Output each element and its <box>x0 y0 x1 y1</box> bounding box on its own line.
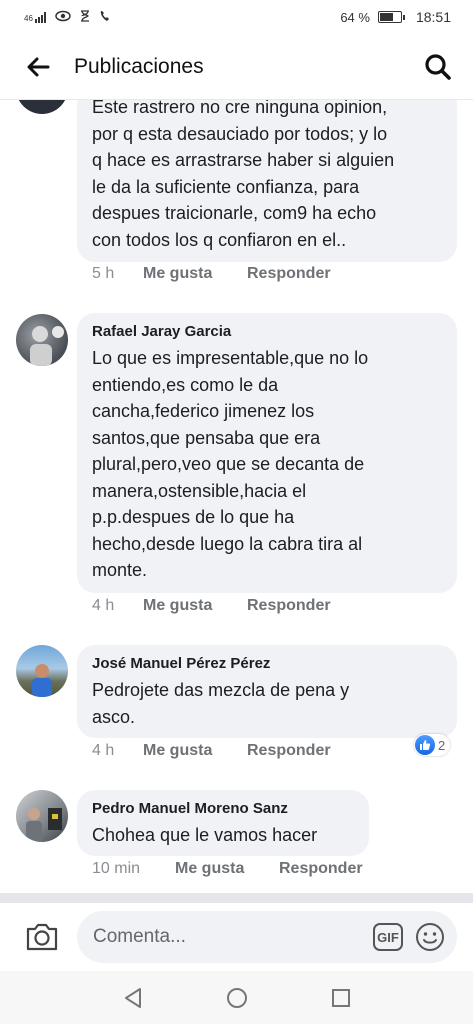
composer-divider <box>0 893 473 903</box>
comment-author[interactable]: Pedro Manuel Moreno Sanz <box>92 799 355 819</box>
back-button[interactable] <box>22 51 54 83</box>
comment-text: Chohea que le vamos hacer <box>92 825 318 845</box>
comment-time: 10 min <box>92 860 141 877</box>
camera-icon <box>26 923 58 951</box>
call-forward-icon <box>99 10 112 25</box>
reply-button[interactable]: Responder <box>247 742 331 760</box>
reply-button[interactable]: Responder <box>279 860 363 878</box>
thumbs-up-icon <box>415 735 435 755</box>
avatar-photo <box>32 664 52 697</box>
emoji-icon <box>416 923 444 951</box>
emoji-button[interactable] <box>415 922 445 952</box>
comment-text: Pedrojete das mezcla de pena y asco. <box>92 680 350 727</box>
app-header: Publicaciones <box>0 34 473 100</box>
comment-bubble[interactable]: Rafael Jaray Garcia Lo que es impresenta… <box>77 313 457 593</box>
battery-percent: 64 % <box>340 9 370 25</box>
hourglass-icon <box>80 9 90 25</box>
avatar[interactable] <box>16 790 68 842</box>
comment-composer: Comenta... GIF <box>0 903 473 971</box>
network-type: 46 <box>24 14 33 23</box>
camera-button[interactable] <box>24 920 60 954</box>
like-button[interactable]: Me gusta <box>143 597 247 615</box>
like-button[interactable]: Me gusta <box>175 860 279 878</box>
nav-home-button[interactable] <box>225 986 249 1010</box>
status-bar: 46 64 % 18:51 <box>0 0 473 34</box>
comment-bubble[interactable]: Pedro Manuel Moreno Sanz Chohea que le v… <box>77 790 369 856</box>
arrow-left-icon <box>27 57 50 76</box>
avatar-photo <box>26 808 62 842</box>
nav-home-icon <box>226 987 247 1008</box>
comment-author[interactable]: Rafael Jaray Garcia <box>92 322 443 342</box>
nav-back-icon <box>124 987 141 1008</box>
reply-button[interactable]: Responder <box>247 597 331 615</box>
status-icons-right: 64 % 18:51 <box>340 9 451 25</box>
search-icon <box>425 53 451 80</box>
nav-recents-icon <box>331 988 350 1007</box>
system-nav-bar <box>0 971 473 1024</box>
comment-time: 5 h <box>92 265 115 282</box>
gif-button[interactable]: GIF <box>373 923 403 951</box>
nav-back-button[interactable] <box>121 986 145 1010</box>
eye-comfort-icon <box>55 10 71 25</box>
avatar[interactable] <box>16 645 68 697</box>
comment-text: Este rastrero no cre ninguna opinion, po… <box>92 97 395 250</box>
comment-input[interactable]: Comenta... GIF <box>77 911 457 963</box>
page-title: Publicaciones <box>74 54 204 78</box>
comment-actions: 4 h Me gusta Responder <box>92 742 331 760</box>
comment-actions: 4 h Me gusta Responder <box>92 597 331 615</box>
comment-actions: 5 h Me gusta Responder <box>92 265 331 283</box>
nav-recents-button[interactable] <box>329 986 353 1010</box>
status-icons-left: 46 <box>24 9 112 25</box>
like-button[interactable]: Me gusta <box>143 742 247 760</box>
comment-bubble[interactable]: Este rastrero no cre ninguna opinion, po… <box>77 86 457 262</box>
comment-actions: 10 min Me gusta Responder <box>92 860 363 878</box>
signal-icon: 46 <box>24 11 46 23</box>
reply-button[interactable]: Responder <box>247 265 331 283</box>
comment-input-placeholder: Comenta... <box>93 926 186 947</box>
comment-author[interactable]: José Manuel Pérez Pérez <box>92 654 443 674</box>
search-button[interactable] <box>421 50 455 84</box>
avatar-photo <box>30 326 64 366</box>
comment-text: Lo que es impresentable,que no lo entien… <box>92 348 369 580</box>
clock: 18:51 <box>415 9 451 25</box>
like-button[interactable]: Me gusta <box>143 265 247 283</box>
comment-time: 4 h <box>92 597 115 614</box>
comment-bubble[interactable]: José Manuel Pérez Pérez Pedrojete das me… <box>77 645 457 738</box>
battery-icon <box>377 11 405 23</box>
reaction-count: 2 <box>438 737 446 753</box>
reaction-summary[interactable]: 2 <box>414 734 451 756</box>
avatar[interactable] <box>16 314 68 366</box>
comment-time: 4 h <box>92 742 115 759</box>
